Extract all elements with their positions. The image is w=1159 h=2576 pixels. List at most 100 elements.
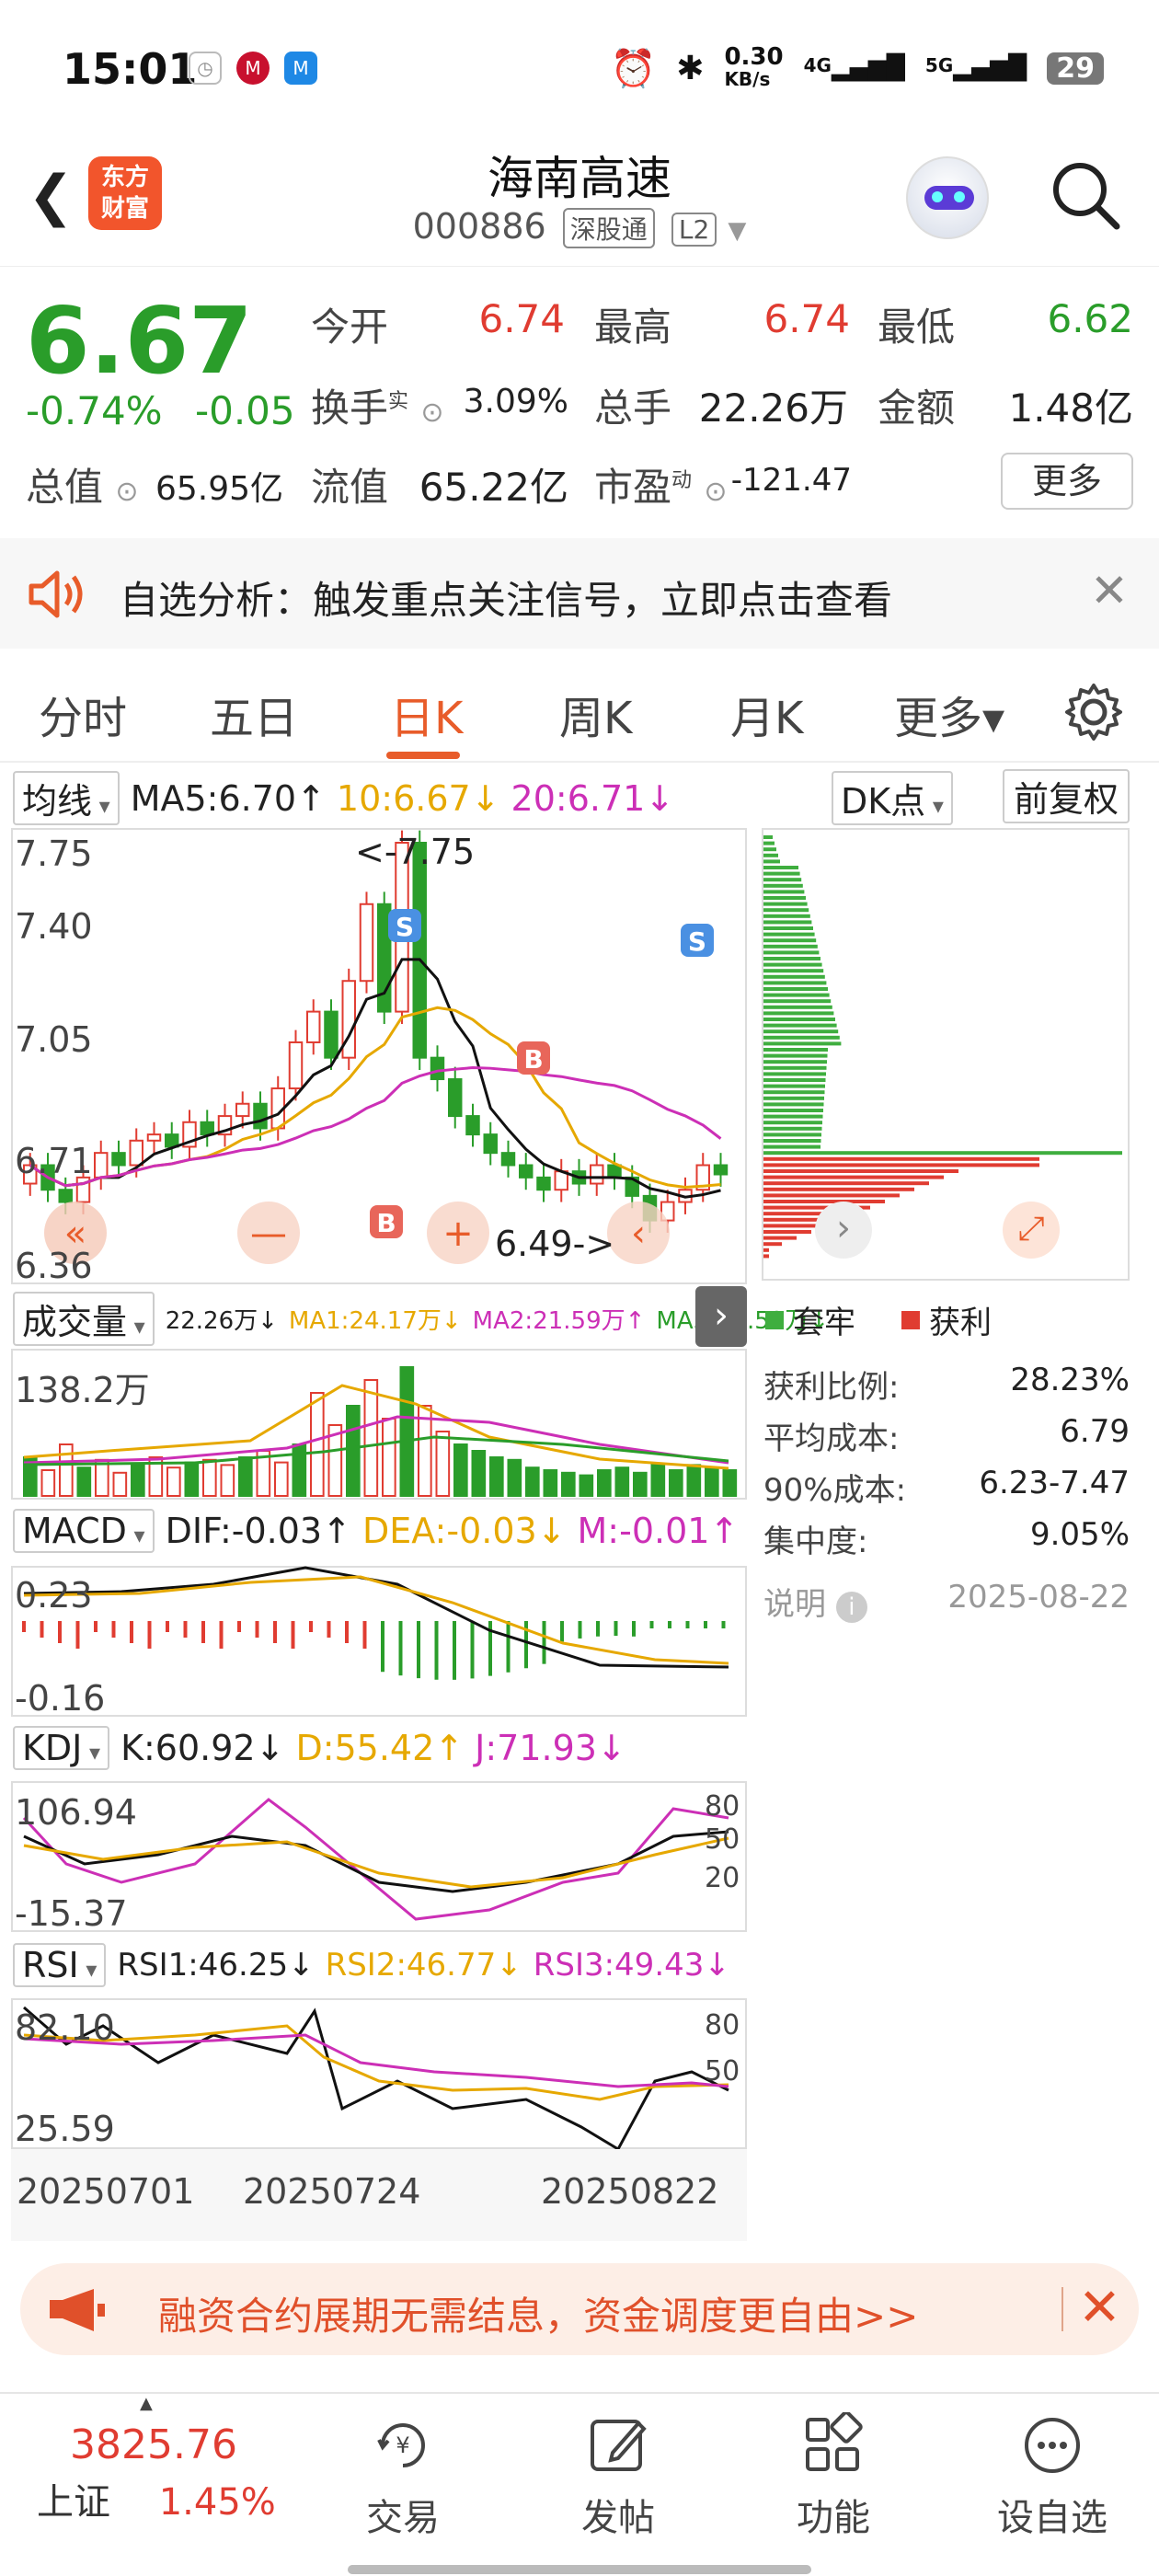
chip-bar: [763, 1041, 842, 1046]
caret-down-icon: ▼: [728, 217, 747, 245]
net-speed: 0.30: [724, 43, 784, 71]
chip-bar: [763, 1035, 840, 1040]
chip-bar: [763, 1126, 822, 1131]
volume-bar: [274, 1461, 289, 1497]
volume-bar: [238, 1456, 253, 1497]
nav-watchlist[interactable]: 设自选: [979, 2403, 1126, 2541]
chip-bar: [763, 1023, 837, 1028]
tab-daily-k[interactable]: 日K: [390, 682, 463, 746]
tab-monthly-k[interactable]: 月K: [730, 682, 803, 746]
kdj-k: K:60.92↓: [120, 1728, 285, 1768]
alert-text: 自选分析：触发重点关注信号，立即点击查看: [120, 578, 893, 623]
info-icon[interactable]: ⊙: [420, 397, 443, 429]
signal-badge-text: B: [523, 1044, 543, 1075]
chip-bar: [763, 1090, 825, 1095]
cost-row: 获利比例: 28.23%: [763, 1362, 1130, 1406]
volume-selector[interactable]: 成交量: [13, 1292, 155, 1346]
chip-bar: [763, 1230, 811, 1234]
adjust-button[interactable]: 前复权: [1003, 769, 1130, 823]
candle-body: [200, 1121, 214, 1136]
chip-bar: [763, 1102, 824, 1107]
chip-bar: [763, 890, 805, 894]
signal-5g-icon: 5G▂▄▆█: [924, 54, 1027, 82]
change-percent: -0.74%: [26, 388, 163, 433]
close-icon[interactable]: ✕: [1090, 564, 1129, 617]
last-price: 6.67: [26, 287, 253, 395]
level-tag: L2: [671, 213, 717, 247]
bottom-nav: ▲ 3825.76 上证 1.45% ¥ 交易 发帖 功能 设自选: [0, 2392, 1159, 2576]
nav-trade[interactable]: ¥ 交易: [329, 2403, 476, 2541]
speaker-icon: [29, 570, 83, 618]
tab-weekly-k[interactable]: 周K: [559, 682, 632, 746]
turnover-label: 换手: [311, 385, 389, 431]
analysis-alert-banner[interactable]: 自选分析：触发重点关注信号，立即点击查看 ✕: [0, 538, 1159, 649]
volume-bar: [543, 1469, 558, 1497]
rsi-2: RSI2:46.77↓: [325, 1947, 522, 1984]
chip-bar: [763, 926, 813, 930]
float-label: 流值: [311, 465, 389, 510]
index-change: 1.45%: [158, 2481, 276, 2524]
price-axis-label: 6.36: [15, 1246, 93, 1286]
more-quote-button[interactable]: 更多: [1001, 453, 1133, 510]
rsi-axis-bottom: 25.59: [15, 2109, 115, 2149]
kdj-axis-bottom: -15.37: [15, 1893, 128, 1934]
candle-body: [111, 1152, 126, 1167]
tab-five-day[interactable]: 五日: [210, 682, 298, 746]
chip-bar: [763, 932, 815, 937]
profit-legend: 获利: [929, 1305, 992, 1341]
trade-icon: ¥: [377, 2423, 425, 2467]
info-icon[interactable]: ⊙: [115, 476, 138, 508]
cost-date: 2025-08-22: [947, 1579, 1130, 1616]
cost-row: 平均成本: 6.79: [763, 1413, 1130, 1457]
status-bar: 15:01 ◷ M M ⏰ ✱ 0.30 KB/s 4G▂▄▆█ 5G▂▄▆█ …: [0, 0, 1159, 138]
kdj-selector[interactable]: KDJ: [13, 1726, 110, 1770]
assistant-robot-icon[interactable]: [906, 156, 989, 239]
apps-icon: [806, 2412, 863, 2471]
search-icon[interactable]: [1049, 158, 1122, 232]
nav-post[interactable]: 发帖: [545, 2403, 692, 2541]
macd-dif: DIF:-0.03↑: [165, 1511, 351, 1551]
macd-selector[interactable]: MACD: [13, 1509, 155, 1553]
kdj-level: 20: [705, 1862, 740, 1894]
dk-point-selector[interactable]: DK点: [832, 771, 953, 825]
info-icon[interactable]: ⊙: [704, 476, 727, 508]
profit-legend-swatch: [901, 1310, 920, 1329]
ma-selector[interactable]: 均线: [13, 771, 120, 825]
float-value: 65.22亿: [419, 465, 568, 510]
up-caret-icon: ▲: [140, 2394, 153, 2413]
signal-4g-icon: 4G▂▄▆█: [803, 54, 905, 82]
gear-icon[interactable]: [1063, 682, 1124, 742]
amount-value: 1.48亿: [1008, 385, 1133, 431]
tab-more[interactable]: 更多▾: [894, 682, 1004, 746]
chip-bar: [763, 871, 800, 876]
chip-bar: [763, 981, 827, 985]
rsi-chart: [23, 2006, 729, 2149]
chip-bar: [763, 1175, 944, 1179]
close-icon[interactable]: ✕: [1078, 2278, 1121, 2338]
volume-bar: [669, 1469, 683, 1497]
candle-body: [324, 1010, 339, 1059]
chip-bar: [763, 853, 778, 857]
m-app-icon: M: [284, 52, 317, 85]
tab-intraday[interactable]: 分时: [39, 682, 127, 746]
candle-body: [713, 1164, 729, 1176]
volume-bar: [363, 1379, 379, 1497]
min-price-marker: 6.49->: [495, 1224, 615, 1264]
chip-bar: [763, 914, 810, 918]
candle-body: [430, 1056, 445, 1081]
macd-axis-top: 0.23: [15, 1575, 93, 1616]
candle-body: [235, 1102, 250, 1118]
chevron-right-icon[interactable]: ›: [695, 1286, 747, 1347]
chip-bar: [763, 1193, 900, 1198]
cost-note-row[interactable]: 说明 i 2025-08-22: [763, 1579, 1130, 1624]
volume-bar: [633, 1471, 648, 1498]
rsi-selector[interactable]: RSI: [13, 1943, 107, 1987]
index-ticker[interactable]: 3825.76 上证 1.45%: [37, 2421, 304, 2525]
promo-banner[interactable]: 融资合约展期无需结息，资金调度更自由>> ✕: [20, 2263, 1139, 2355]
expand-icon[interactable]: ⤢: [1003, 1202, 1060, 1259]
chip-next-button[interactable]: ›: [815, 1202, 872, 1259]
kline-chart[interactable]: «— + ‹S SBB: [11, 828, 747, 1284]
chip-bar: [763, 999, 832, 1004]
nav-functions[interactable]: 功能: [760, 2403, 907, 2541]
battery-icon: 29: [1047, 52, 1104, 85]
